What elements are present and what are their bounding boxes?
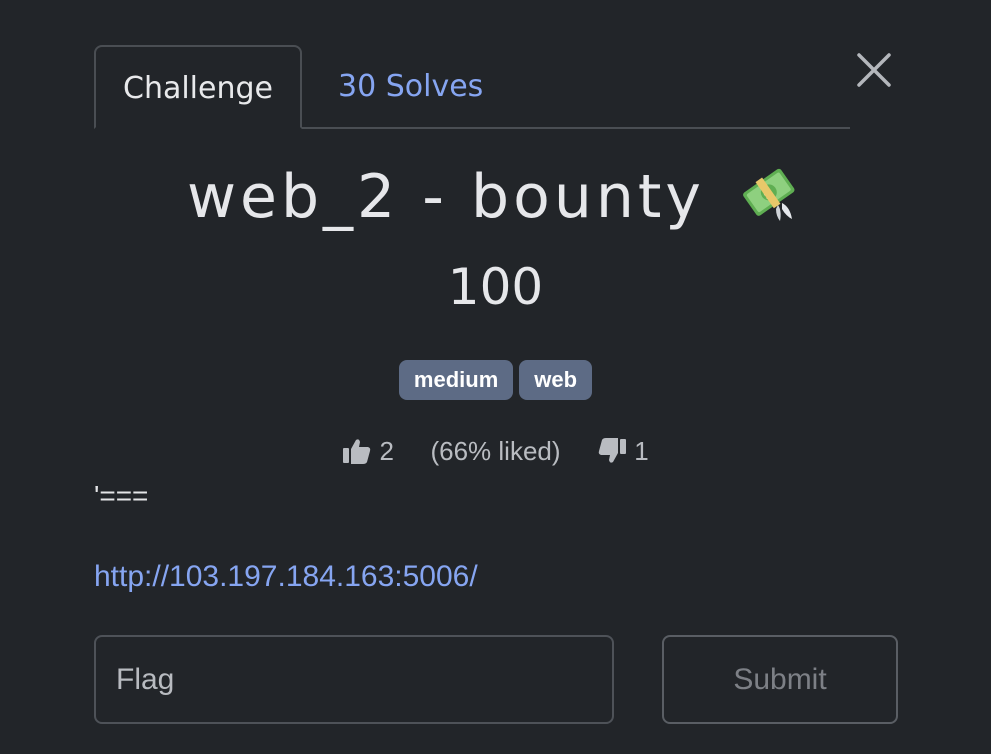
challenge-description: '=== [94,480,149,511]
tag-list: medium web [0,360,991,400]
tab-solves[interactable]: 30 Solves [306,45,515,129]
challenge-link[interactable]: http://103.197.184.163:5006/ [94,560,478,594]
tab-challenge[interactable]: Challenge [94,45,302,129]
close-button[interactable] [852,48,896,92]
submit-button[interactable]: Submit [662,635,898,724]
challenge-title-row: web_2 - bounty $ [0,162,991,233]
challenge-value: 100 [447,258,544,316]
close-icon [857,53,891,87]
tag-badge: web [519,360,593,400]
likes-count: 2 [379,436,394,466]
thumbs-up-icon[interactable] [342,436,372,466]
money-with-wings-icon: $ [743,169,795,222]
liked-percentage: (66% liked) [430,436,561,466]
tab-bar: Challenge 30 Solves [94,45,850,129]
challenge-modal: Challenge 30 Solves web_2 - bounty $ 100… [0,0,991,754]
thumbs-down-icon[interactable] [597,436,627,466]
flag-input[interactable] [94,635,614,724]
dislikes-count: 1 [634,436,649,466]
challenge-title: web_2 - bounty [186,162,705,232]
rating-row: 2 (66% liked) 1 [0,436,991,467]
tag-badge: medium [398,360,514,400]
